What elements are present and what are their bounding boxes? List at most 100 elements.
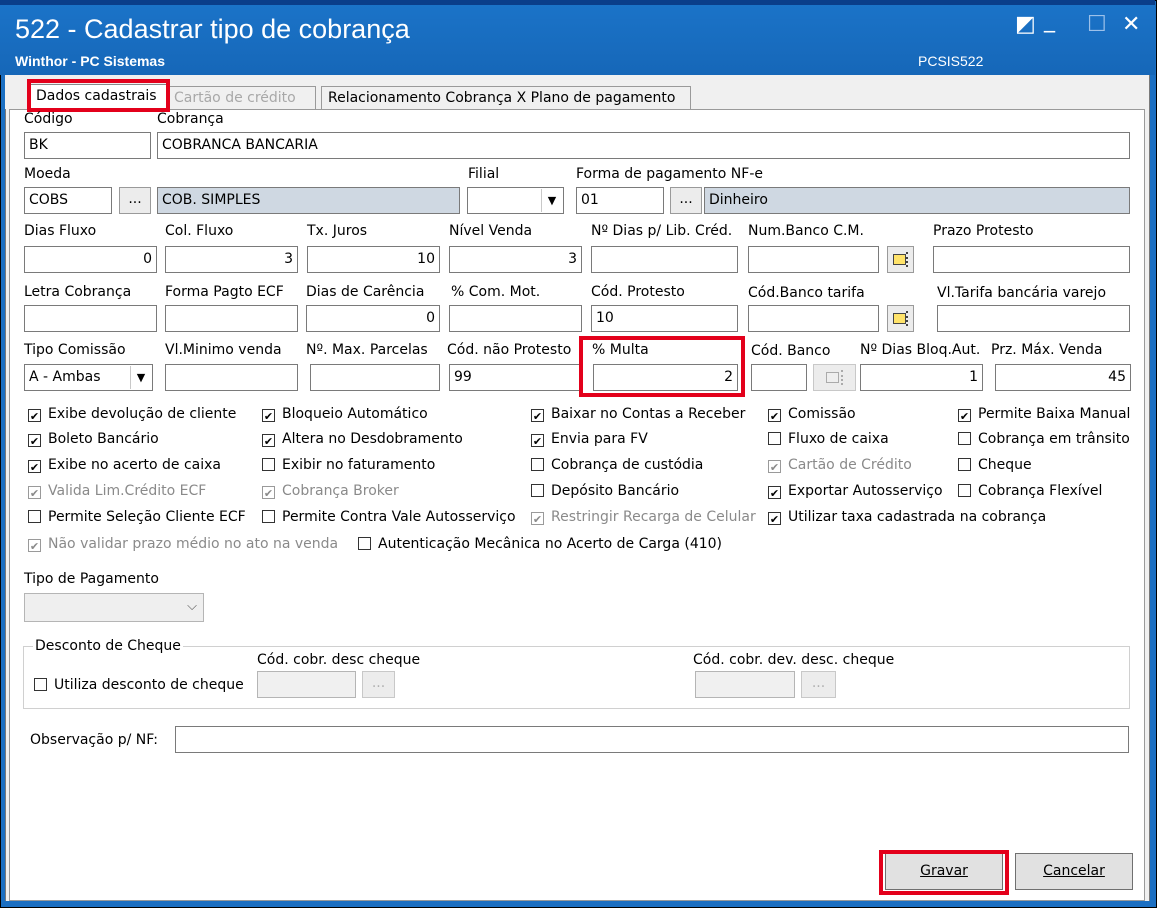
checkbox-mark: ✔ xyxy=(531,409,544,423)
chevron-down-icon[interactable]: ▼ xyxy=(130,366,151,389)
checkbox-envia-fv[interactable]: ✔ Envia para FV xyxy=(531,431,648,448)
forma-pag-nfe-input[interactable]: 01 xyxy=(576,187,664,214)
chevron-down-icon[interactable]: ▼ xyxy=(541,189,562,212)
checkbox-comissao[interactable]: ✔ Comissão xyxy=(768,406,856,423)
forma-pagto-ecf-label: Forma Pagto ECF xyxy=(165,284,284,300)
dias-fluxo-input[interactable]: 0 xyxy=(24,246,157,273)
checkbox-cobranca-broker[interactable]: ✔ Cobrança Broker xyxy=(262,483,399,500)
pointer-hand-icon[interactable] xyxy=(813,364,856,391)
checkbox-permite-contra-vale[interactable]: Permite Contra Vale Autosserviço xyxy=(262,509,516,525)
checkbox-mark: ✔ xyxy=(28,486,41,500)
prz-max-venda-input[interactable]: 45 xyxy=(995,364,1131,391)
checkbox-baixar-contas-receber[interactable]: ✔ Baixar no Contas a Receber xyxy=(531,406,745,423)
col-fluxo-label: Col. Fluxo xyxy=(165,223,234,239)
checkbox-cheque[interactable]: Cheque xyxy=(958,457,1032,473)
tab-cartao-de-credito[interactable]: Cartão de crédito xyxy=(167,86,316,109)
checkbox-altera-desdobramento[interactable]: ✔ Altera no Desdobramento xyxy=(262,431,463,448)
dias-lib-cred-label: Nº Dias p/ Lib. Créd. xyxy=(591,223,733,239)
cod-nao-protesto-label: Cód. não Protesto xyxy=(447,342,572,358)
observacao-input[interactable] xyxy=(175,726,1129,753)
checkbox-mark: ✔ xyxy=(262,409,275,423)
checkbox-valida-lim-credito-ecf[interactable]: ✔ Valida Lim.Crédito ECF xyxy=(28,483,206,500)
pointer-hand-icon[interactable] xyxy=(887,305,914,332)
checkbox-utiliza-desconto-cheque[interactable]: Utiliza desconto de cheque xyxy=(34,677,244,693)
checkbox-autenticacao-mecanica[interactable]: Autenticação Mecânica no Acerto de Carga… xyxy=(358,536,722,552)
checkbox-exibir-faturamento[interactable]: Exibir no faturamento xyxy=(262,457,435,473)
checkbox-exibe-devolucao[interactable]: ✔ Exibe devolução de cliente xyxy=(28,406,236,423)
cod-cobr-dev-desc-cheque-label: Cód. cobr. dev. desc. cheque xyxy=(693,652,895,668)
vl-tarifa-input[interactable] xyxy=(937,305,1130,332)
checkbox-utilizar-taxa-cadastrada[interactable]: ✔ Utilizar taxa cadastrada na cobrança xyxy=(768,509,1046,526)
restore-icon[interactable]: ◩ xyxy=(1015,14,1036,36)
checkbox-cobranca-flexivel[interactable]: Cobrança Flexível xyxy=(958,483,1102,499)
cod-nao-protesto-input[interactable]: 99 xyxy=(449,364,583,391)
checkbox-permite-baixa-manual[interactable]: ✔ Permite Baixa Manual xyxy=(958,406,1130,423)
checkbox-cartao-credito[interactable]: ✔ Cartão de Crédito xyxy=(768,457,912,474)
max-parcelas-label: Nº. Max. Parcelas xyxy=(306,342,428,358)
moeda-input[interactable]: COBS xyxy=(24,187,112,214)
prazo-protesto-label: Prazo Protesto xyxy=(933,223,1034,239)
checkbox-mark: ✔ xyxy=(768,460,781,474)
screen-code: PCSIS522 xyxy=(918,53,984,69)
cancelar-button[interactable]: Cancelar xyxy=(1015,853,1133,890)
chevron-down-icon[interactable]: ⌵ xyxy=(182,595,202,618)
tab-relacionamento-cobranca-plano[interactable]: Relacionamento Cobrança X Plano de pagam… xyxy=(321,86,691,109)
nivel-venda-input[interactable]: 3 xyxy=(449,246,582,273)
window-title: 522 - Cadastrar tipo de cobrança xyxy=(15,14,410,44)
vl-minimo-venda-input[interactable] xyxy=(165,364,298,391)
checkbox-mark xyxy=(531,458,544,471)
forma-pagto-ecf-input[interactable] xyxy=(165,305,298,332)
letra-cobranca-input[interactable] xyxy=(24,305,157,332)
prazo-protesto-input[interactable] xyxy=(933,246,1130,273)
checkbox-deposito-bancario[interactable]: Depósito Bancário xyxy=(531,483,679,499)
dias-lib-cred-input[interactable] xyxy=(591,246,738,273)
checkbox-bloqueio-automatico[interactable]: ✔ Bloqueio Automático xyxy=(262,406,428,423)
col-fluxo-input[interactable]: 3 xyxy=(165,246,298,273)
tx-juros-input[interactable]: 10 xyxy=(307,246,440,273)
checkbox-permite-selecao-cliente-ecf[interactable]: Permite Seleção Cliente ECF xyxy=(28,509,246,525)
minimize-button[interactable]: _ xyxy=(1044,10,1055,32)
moeda-lookup-button[interactable]: ... xyxy=(119,187,151,214)
codigo-input[interactable]: BK xyxy=(24,132,151,159)
checkbox-mark: ✔ xyxy=(958,409,971,423)
checkbox-exibe-acerto-caixa[interactable]: ✔ Exibe no acerto de caixa xyxy=(28,457,221,474)
moeda-description: COB. SIMPLES xyxy=(157,187,460,214)
com-mot-input[interactable] xyxy=(449,305,582,332)
checkbox-boleto-bancario[interactable]: ✔ Boleto Bancário xyxy=(28,431,159,448)
dias-bloq-aut-input[interactable]: 1 xyxy=(860,364,983,391)
cod-protesto-input[interactable]: 10 xyxy=(591,305,738,332)
highlight-gravar-box xyxy=(879,850,1009,895)
vl-minimo-venda-label: Vl.Minimo venda xyxy=(165,342,282,358)
checkbox-fluxo-caixa[interactable]: Fluxo de caixa xyxy=(768,431,889,447)
checkbox-mark xyxy=(358,537,371,550)
checkbox-cobranca-custodia[interactable]: Cobrança de custódia xyxy=(531,457,703,473)
num-banco-cm-label: Num.Banco C.M. xyxy=(748,223,864,239)
num-banco-cm-input[interactable] xyxy=(748,246,879,273)
tx-juros-label: Tx. Juros xyxy=(307,223,368,239)
tipo-comissao-select[interactable]: A - Ambas ▼ xyxy=(24,364,153,391)
dias-carencia-input[interactable]: 0 xyxy=(306,305,440,332)
cod-banco-input[interactable] xyxy=(751,364,807,391)
checkbox-cobranca-transito[interactable]: Cobrança em trânsito xyxy=(958,431,1130,447)
cod-banco-tarifa-input[interactable] xyxy=(748,305,879,332)
checkbox-mark xyxy=(34,678,47,691)
cod-cobr-dev-desc-cheque-lookup[interactable]: ... xyxy=(801,671,836,698)
cobranca-input[interactable]: COBRANCA BANCARIA xyxy=(157,132,1130,159)
forma-pag-nfe-lookup-button[interactable]: ... xyxy=(670,187,702,214)
checkbox-mark: ✔ xyxy=(28,434,41,448)
checkbox-exportar-autosservico[interactable]: ✔ Exportar Autosserviço xyxy=(768,483,943,500)
filial-select[interactable]: ▼ xyxy=(467,187,564,214)
tipo-pagamento-select[interactable]: ⌵ xyxy=(24,593,204,622)
max-parcelas-input[interactable] xyxy=(310,364,440,391)
checkbox-restringir-recarga[interactable]: ✔ Restringir Recarga de Celular xyxy=(531,509,756,526)
cod-cobr-dev-desc-cheque-input[interactable] xyxy=(695,671,795,698)
checkbox-nao-validar-prazo-medio[interactable]: ✔ Não validar prazo médio no ato na venda xyxy=(28,536,338,553)
tipo-pagamento-label: Tipo de Pagamento xyxy=(24,571,159,587)
maximize-button[interactable]: ☐ xyxy=(1087,14,1107,36)
close-button[interactable]: ✕ xyxy=(1122,14,1140,36)
pointer-hand-icon[interactable] xyxy=(887,246,914,273)
cod-cobr-desc-cheque-lookup[interactable]: ... xyxy=(362,671,395,698)
desconto-cheque-group-label: Desconto de Cheque xyxy=(33,638,183,654)
cod-cobr-desc-cheque-input[interactable] xyxy=(257,671,356,698)
checkbox-mark: ✔ xyxy=(262,434,275,448)
